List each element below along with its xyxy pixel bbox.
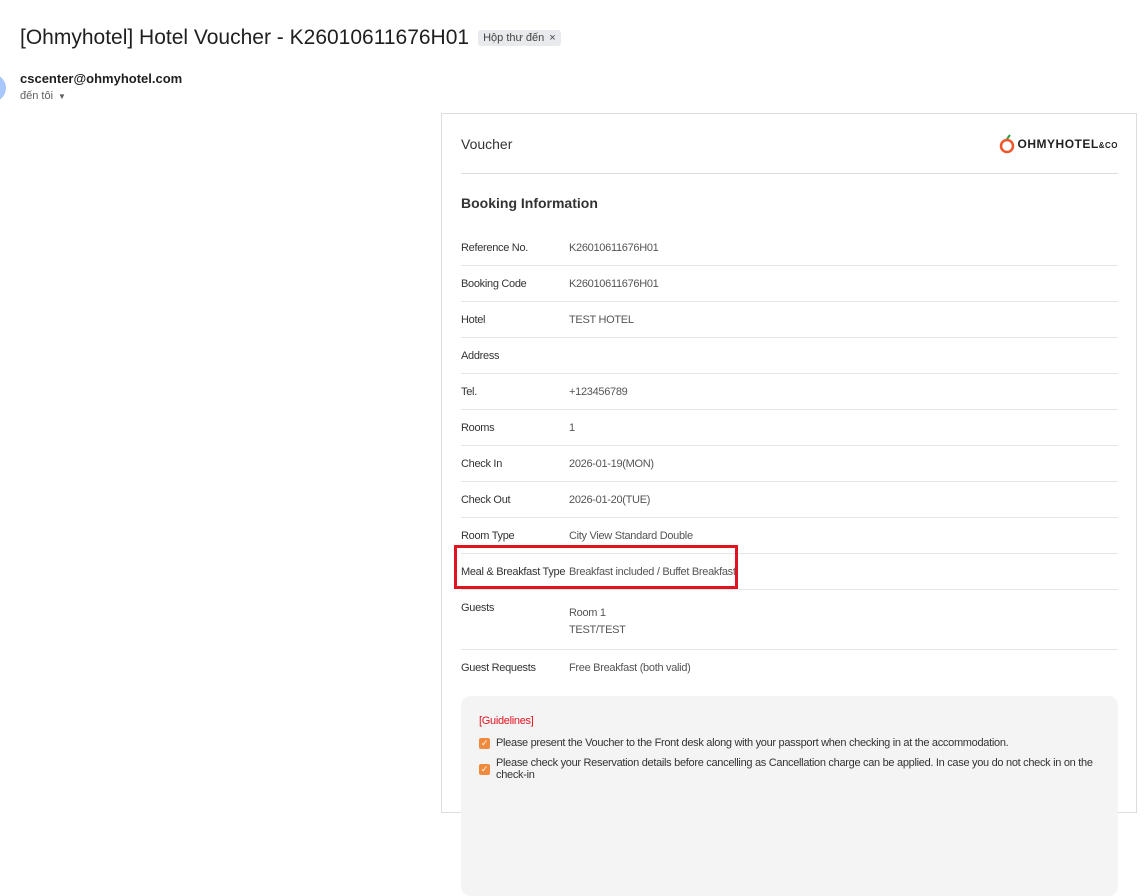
recipient-text: đến tôi (20, 90, 54, 102)
highlight-box (454, 545, 738, 589)
value-text: TEST HOTEL (569, 313, 634, 326)
row-value: 2026-01-20(TUE) (569, 494, 650, 506)
label-text: Hộp thư đến (483, 32, 545, 44)
voucher-title: Voucher (461, 135, 513, 152)
table-row: Address (461, 338, 1118, 374)
value-text: 2026-01-20(TUE) (569, 493, 651, 506)
row-value: Room 1 TEST/TEST (569, 602, 626, 636)
value-text-2: TEST/TEST (569, 624, 626, 636)
booking-table: Reference No. K26010611676H01 Booking Code… (461, 230, 1118, 685)
value-text: +123456789 (569, 385, 628, 398)
value-text: 2026-01-19(MON) (569, 457, 654, 470)
row-value: K26010611676H01 (569, 278, 659, 290)
voucher-card: Voucher OHMYHOTEL&CO Booking Information… (441, 113, 1137, 896)
recipient-toggle[interactable]: đến tôi ▼ (20, 90, 66, 102)
guideline-item: ✓ Please present the Voucher to the Front… (479, 737, 1100, 749)
table-row: Guests Room 1 TEST/TEST (461, 590, 1118, 650)
table-row: Reference No. K26010611676H01 (461, 230, 1118, 266)
row-value: K26010611676H01 (569, 242, 659, 254)
email-subject: [Ohmyhotel] Hotel Voucher - K26010611676… (20, 26, 561, 50)
close-icon[interactable]: × (549, 32, 555, 44)
guidelines-title: [Guidelines] (479, 715, 534, 727)
inbox-label[interactable]: Hộp thư đến × (478, 30, 561, 46)
value-text: K26010611676H01 (569, 241, 659, 254)
row-label: Hotel (461, 313, 486, 326)
orange-icon (999, 133, 1014, 153)
row-label: Tel. (461, 385, 477, 398)
row-label: Check In (461, 457, 503, 470)
value-text: City View Standard Double (569, 529, 693, 542)
row-label: Booking Code (461, 277, 527, 290)
row-label: Rooms (461, 421, 495, 434)
table-row: Check In 2026-01-19(MON) (461, 446, 1118, 482)
check-icon: ✓ (479, 737, 490, 749)
row-label: Room Type (461, 529, 515, 542)
check-icon: ✓ (479, 763, 490, 775)
row-value: TEST HOTEL (569, 314, 634, 326)
row-label: Guests (461, 602, 495, 614)
subject-text: [Ohmyhotel] Hotel Voucher - K26010611676… (20, 26, 470, 49)
row-value: +123456789 (569, 385, 628, 398)
guideline-item: ✓ Please check your Reservation details b… (479, 757, 1100, 781)
value-text: Free Breakfast (both valid) (569, 661, 691, 674)
table-row: Rooms 1 (461, 410, 1118, 446)
guidelines-box: [Guidelines] ✓ Please present the Voucher… (461, 696, 1118, 896)
guideline-text: Please present the Voucher to the Front … (496, 737, 1009, 749)
chevron-down-icon: ▼ (58, 91, 66, 101)
row-value: 1 (569, 422, 575, 434)
row-label: Reference No. (461, 241, 529, 254)
value-text: K26010611676H01 (569, 277, 659, 290)
voucher-header: Voucher OHMYHOTEL&CO (461, 114, 1118, 174)
row-label: Address (461, 349, 500, 362)
sender: cscenter@ohmyhotel.com (20, 71, 183, 86)
row-label: Check Out (461, 493, 511, 506)
table-row: Hotel TEST HOTEL (461, 302, 1118, 338)
value-text: Room 1 (569, 607, 606, 619)
table-row: Check Out 2026-01-20(TUE) (461, 482, 1118, 518)
avatar[interactable] (0, 74, 6, 102)
ohmyhotel-logo: OHMYHOTEL&CO (999, 133, 1118, 154)
guideline-text: Please check your Reservation details be… (496, 757, 1093, 781)
table-row: Booking Code K26010611676H01 (461, 266, 1118, 302)
section-title: Booking Information (461, 195, 598, 211)
row-value: Free Breakfast (both valid) (569, 662, 691, 674)
row-value: City View Standard Double (569, 530, 693, 542)
value-text: 1 (569, 421, 575, 434)
row-label: Guest Requests (461, 661, 536, 674)
row-value: 2026-01-19(MON) (569, 458, 654, 470)
table-row: Guest Requests Free Breakfast (both valid… (461, 650, 1118, 685)
table-row: Tel. +123456789 (461, 374, 1118, 410)
